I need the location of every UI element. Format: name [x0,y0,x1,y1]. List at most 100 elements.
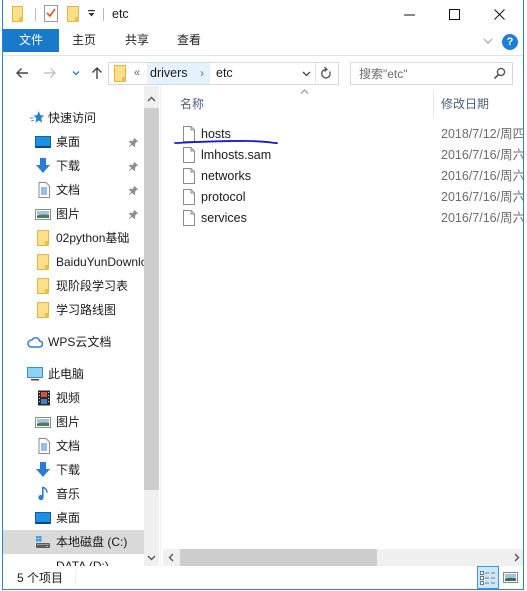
pin-icon[interactable] [128,161,139,172]
sidebar-item-folder[interactable]: 学习路线图 [3,298,144,322]
minimize-button[interactable] [386,0,432,29]
details-view-button[interactable] [477,566,499,589]
arrow-up-icon [91,66,103,80]
back-button[interactable] [13,64,31,82]
forward-button[interactable] [41,64,59,82]
scroll-left-icon[interactable] [168,553,174,562]
file-list: 名称 修改日期 hosts 2018/7/12/周四 lmhosts.sam 2… [161,86,523,549]
pictures-icon [35,206,51,222]
sidebar-item-pictures[interactable]: 图片 [3,202,144,226]
sidebar-item-local-disk-c[interactable]: 本地磁盘 (C:) [3,530,144,554]
pictures-icon [35,414,51,430]
sidebar-item-folder[interactable]: 现阶段学习表 [3,274,144,298]
sidebar-item-label: 桌面 [56,511,81,525]
sidebar-item-label: 文档 [56,183,81,197]
sidebar-item-documents[interactable]: 文档 [3,178,144,202]
computer-icon [27,366,43,382]
file-row[interactable]: lmhosts.sam 2016/7/16/周六 [161,145,523,166]
column-divider[interactable] [433,90,434,118]
sidebar-item-label: 桌面 [56,135,81,149]
file-icon [183,189,195,205]
horizontal-scrollbar-thumb[interactable] [180,549,377,566]
sidebar-item-documents[interactable]: 文档 [3,434,144,458]
help-icon[interactable]: ? [502,34,518,50]
star-icon [30,110,46,126]
pin-icon[interactable] [128,185,139,196]
sidebar-item-data-d[interactable]: DATA (D:) [3,554,144,566]
document-icon [36,182,52,198]
breadcrumb-separator[interactable]: › [200,65,204,81]
scroll-down-button[interactable] [144,549,159,566]
download-icon [35,462,51,478]
sidebar-item-downloads[interactable]: 下载 [3,154,144,178]
scroll-up-icon[interactable] [147,96,156,102]
document-icon [36,438,52,454]
refresh-icon[interactable] [320,66,332,80]
sidebar-item-desktop[interactable]: 桌面 [3,506,144,530]
sidebar-item-label: 本地磁盘 (C:) [56,535,128,549]
sidebar-item-label: 此电脑 [48,367,85,381]
sidebar-item-label: 现阶段学习表 [56,279,129,293]
tab-view[interactable]: 查看 [175,29,203,52]
breadcrumb-overflow[interactable]: « [134,65,140,81]
file-modified: 2016/7/16/周六 [441,169,523,183]
expand-ribbon-icon[interactable] [483,38,493,44]
sidebar-item-music[interactable]: 音乐 [3,482,144,506]
music-icon [36,486,52,502]
up-button[interactable] [88,64,106,82]
sidebar-item-pictures[interactable]: 图片 [3,410,144,434]
file-row[interactable]: networks 2016/7/16/周六 [161,166,523,187]
pin-icon[interactable] [128,209,139,220]
tab-file[interactable]: 文件 [3,29,59,52]
breadcrumb-item-etc[interactable]: etc [216,65,233,81]
address-dropdown-icon[interactable] [302,71,311,77]
maximize-button[interactable] [431,0,477,29]
sidebar-scrollbar-thumb[interactable] [144,108,159,490]
minimize-icon [403,14,415,16]
tab-home[interactable]: 主页 [70,29,98,52]
file-row[interactable]: protocol 2016/7/16/周六 [161,187,523,208]
desktop-icon [35,134,51,150]
file-row[interactable]: services 2016/7/16/周六 [161,208,523,229]
drive-icon [35,534,51,550]
search-icon[interactable] [493,67,506,80]
properties-icon[interactable] [44,5,58,22]
file-name: lmhosts.sam [201,148,272,162]
video-icon [36,390,52,406]
pin-icon[interactable] [128,137,139,148]
sidebar-item-desktop[interactable]: 桌面 [3,130,144,154]
file-icon [183,147,195,163]
search-input[interactable]: 搜索"etc" [350,62,513,85]
customize-dropdown-icon[interactable] [87,9,96,18]
folder-icon [37,230,53,246]
column-header-name[interactable]: 名称 [180,96,204,112]
file-modified: 2016/7/16/周六 [441,148,523,162]
sidebar-item-downloads[interactable]: 下载 [3,458,144,482]
recent-locations-button[interactable] [67,64,85,82]
column-header-modified[interactable]: 修改日期 [441,96,489,112]
large-icons-view-button[interactable] [502,570,519,585]
file-modified: 2016/7/16/周六 [441,211,523,225]
search-placeholder: 搜索"etc" [359,67,408,81]
annotation-underline [174,140,278,144]
new-folder-icon[interactable] [67,6,79,22]
address-bar[interactable]: « drivers › etc [108,62,339,85]
window-title: etc [112,7,129,21]
sidebar-item-this-pc[interactable]: 此电脑 [3,362,144,386]
sidebar-item-folder[interactable]: BaiduYunDownload [3,250,144,274]
tab-share[interactable]: 共享 [123,29,151,52]
sidebar-item-label: 视频 [56,391,81,405]
sort-ascending-icon [300,89,309,94]
sidebar-item-folder[interactable]: 02python基础 [3,226,144,250]
file-modified: 2016/7/16/周六 [441,190,523,204]
sidebar-item-quick-access[interactable]: 快速访问 [3,106,144,130]
file-icon [183,210,195,226]
close-button[interactable] [476,0,522,29]
file-name: protocol [201,190,246,204]
details-view-icon [480,570,496,585]
folder-icon [37,302,53,318]
sidebar-item-wps-cloud[interactable]: WPS云文档 [3,330,144,354]
breadcrumb-item-drivers[interactable]: drivers [150,65,188,81]
sidebar-item-videos[interactable]: 视频 [3,386,144,410]
scroll-right-icon[interactable] [514,553,520,562]
